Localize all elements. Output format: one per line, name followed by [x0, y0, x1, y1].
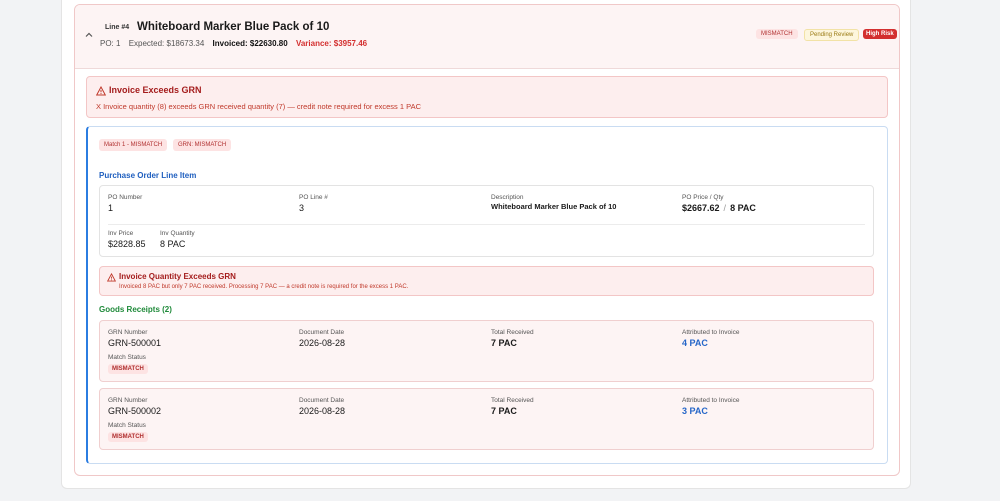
po-price-qty-value: $2667.62/8 PAC [682, 203, 756, 213]
match-panel: Match 1 - MISMATCH GRN: MISMATCH Purchas… [86, 126, 888, 464]
description-value: Whiteboard Marker Blue Pack of 10 [491, 202, 617, 211]
variance-amount: Variance: $3957.46 [295, 39, 368, 48]
high-risk-badge: High Risk [863, 29, 897, 39]
po-ref: PO: 1 [100, 39, 121, 48]
po-number-label: PO Number [108, 194, 143, 201]
warning-icon [96, 86, 106, 96]
po-line-value: 3 [299, 203, 305, 213]
po-section-title: Purchase Order Line Item [99, 171, 197, 180]
line-item-title: Whiteboard Marker Blue Pack of 10 [137, 21, 330, 33]
document-date-value: 2026-08-28 [299, 406, 346, 416]
attributed-value: 3 PAC [682, 406, 708, 416]
match-status-badge: Match 1 - MISMATCH [99, 139, 168, 151]
grn-number-label: GRN Number [108, 329, 148, 336]
line-meta: PO: 1 Expected: $18673.34 Invoiced: $226… [100, 39, 373, 48]
grn-number-value: GRN-500001 [108, 338, 162, 348]
alert-title: Invoice Quantity Exceeds GRN [119, 272, 236, 281]
inv-quantity-label: Inv Quantity [160, 230, 195, 237]
po-qty: 8 PAC [730, 203, 756, 213]
goods-receipts-title: Goods Receipts (2) [99, 305, 172, 314]
alert-text: X Invoice quantity (8) exceeds GRN recei… [96, 102, 422, 111]
divider [108, 224, 865, 225]
price-qty-separator: / [723, 203, 727, 213]
total-received-value: 7 PAC [491, 338, 517, 348]
match-status-badge: MISMATCH [108, 364, 148, 374]
alert-text: Invoiced 8 PAC but only 7 PAC received. … [119, 284, 409, 290]
document-date-label: Document Date [299, 329, 345, 336]
inv-price-value: $2828.85 [108, 239, 146, 249]
po-price: $2667.62 [682, 203, 720, 213]
document-date-value: 2026-08-28 [299, 338, 346, 348]
po-line-label: PO Line # [299, 194, 328, 201]
total-received-label: Total Received [491, 397, 534, 404]
chevron-up-icon[interactable] [84, 30, 94, 40]
pending-review-badge: Pending Review [804, 29, 860, 41]
grn-status-badge: GRN: MISMATCH [173, 139, 232, 151]
mismatch-badge: MISMATCH [756, 29, 798, 39]
description-label: Description [491, 194, 524, 201]
invoice-line-card: Line #4 Whiteboard Marker Blue Pack of 1… [74, 4, 900, 476]
goods-receipt-card: GRN Number GRN-500001 Document Date 2026… [99, 320, 874, 382]
quantity-exceeds-alert: Invoice Quantity Exceeds GRN Invoiced 8 … [99, 266, 874, 296]
invoice-exceeds-grn-alert: Invoice Exceeds GRN X Invoice quantity (… [86, 76, 888, 118]
total-received-label: Total Received [491, 329, 534, 336]
match-status-badge: MISMATCH [108, 432, 148, 442]
goods-receipt-card: GRN Number GRN-500002 Document Date 2026… [99, 388, 874, 450]
line-header[interactable]: Line #4 Whiteboard Marker Blue Pack of 1… [75, 5, 899, 69]
warning-icon [107, 273, 116, 282]
po-number-value: 1 [108, 203, 114, 213]
match-status-label: Match Status [108, 422, 146, 429]
expected-amount: Expected: $18673.34 [128, 39, 205, 48]
total-received-value: 7 PAC [491, 406, 517, 416]
grn-number-label: GRN Number [108, 397, 148, 404]
match-status-label: Match Status [108, 354, 146, 361]
attributed-value: 4 PAC [682, 338, 708, 348]
attributed-label: Attributed to Invoice [682, 329, 740, 336]
po-price-qty-label: PO Price / Qty [682, 194, 724, 201]
grn-number-value: GRN-500002 [108, 406, 162, 416]
inv-price-label: Inv Price [108, 230, 134, 237]
document-date-label: Document Date [299, 397, 345, 404]
po-line-details: PO Number 1 PO Line # 3 Description Whit… [99, 185, 874, 257]
line-number: Line #4 [105, 24, 130, 31]
page-panel: Line #4 Whiteboard Marker Blue Pack of 1… [61, 0, 911, 489]
invoiced-amount: Invoiced: $22630.80 [212, 39, 288, 48]
attributed-label: Attributed to Invoice [682, 397, 740, 404]
alert-title: Invoice Exceeds GRN [109, 85, 202, 95]
inv-quantity-value: 8 PAC [160, 239, 186, 249]
